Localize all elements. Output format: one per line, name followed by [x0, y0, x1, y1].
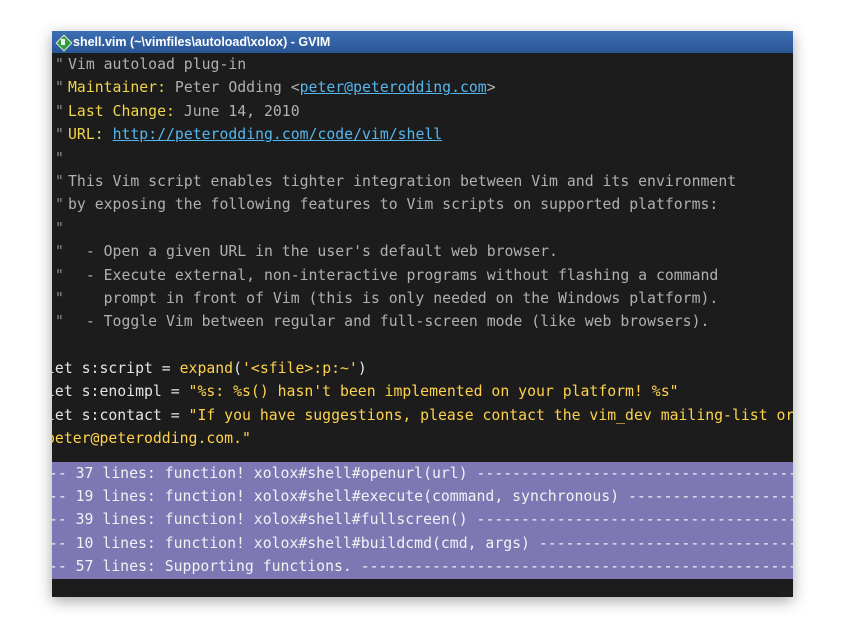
comment-mark: "	[55, 123, 64, 146]
fold-text: +-- 57 lines: Supporting functions. ----…	[52, 555, 793, 578]
code-text: peter@peterodding.com."	[52, 427, 251, 450]
comment-text: - Execute external, non-interactive prog…	[68, 264, 718, 287]
comment-text: URL: http://peterodding.com/code/vim/she…	[68, 123, 442, 146]
comment-line-intro: " by exposing the following features to …	[52, 193, 793, 216]
comment-line-feature: " - Toggle Vim between regular and full-…	[52, 310, 793, 333]
comment-mark: "	[55, 310, 64, 333]
fold-text: +-- 10 lines: function! xolox#shell#buil…	[52, 532, 793, 555]
last-change-label: Last Change:	[68, 103, 175, 120]
code-string: '<sfile>:p:~'	[242, 360, 358, 377]
comment-text: - Open a given URL in the user's default…	[68, 240, 558, 263]
comment-text: Vim autoload plug-in	[68, 53, 246, 76]
comment-mark: "	[55, 76, 64, 99]
code-text: let s:enoimpl = "%s: %s() hasn't been im…	[52, 380, 679, 403]
maintainer-close: >	[487, 79, 496, 96]
fold-line-execute[interactable]: +-- 19 lines: function! xolox#shell#exec…	[52, 485, 793, 508]
blank-line	[52, 451, 793, 462]
code-line-contact: let s:contact = "If you have suggestions…	[52, 404, 793, 427]
comment-mark: "	[55, 53, 64, 76]
code-paren-close: )	[358, 360, 367, 377]
vim-logo-icon	[57, 36, 69, 48]
comment-line-feature: " prompt in front of Vim (this is only n…	[52, 287, 793, 310]
code-prefix: let s:enoimpl =	[52, 383, 189, 400]
code-text: let s:script = expand('<sfile>:p:~')	[52, 357, 367, 380]
comment-line-feature: " - Execute external, non-interactive pr…	[52, 264, 793, 287]
fold-text: +-- 39 lines: function! xolox#shell#full…	[52, 508, 793, 531]
editor-buffer[interactable]: " Vim autoload plug-in " Maintainer: Pet…	[52, 53, 793, 597]
code-prefix: let s:contact =	[52, 407, 189, 424]
comment-mark: "	[55, 147, 64, 170]
url-label: URL:	[68, 126, 104, 143]
comment-mark: "	[55, 240, 64, 263]
window-title: shell.vim (~\vimfiles\autoload\xolox) - …	[73, 35, 330, 49]
fold-line-supporting-functions[interactable]: +-- 57 lines: Supporting functions. ----…	[52, 555, 793, 578]
comment-mark: "	[55, 193, 64, 216]
comment-line-url: " URL: http://peterodding.com/code/vim/s…	[52, 123, 793, 146]
comment-line-blank: "	[52, 147, 793, 170]
last-change-value: June 14, 2010	[175, 103, 300, 120]
fold-line-buildcmd[interactable]: +-- 10 lines: function! xolox#shell#buil…	[52, 532, 793, 555]
comment-text: Last Change: June 14, 2010	[68, 100, 300, 123]
code-string: "If you have suggestions, please contact…	[189, 407, 793, 424]
comment-text: - Toggle Vim between regular and full-sc…	[68, 310, 709, 333]
comment-line-description: " Vim autoload plug-in	[52, 53, 793, 76]
fold-line-fullscreen[interactable]: +-- 39 lines: function! xolox#shell#full…	[52, 508, 793, 531]
gvim-window: shell.vim (~\vimfiles\autoload\xolox) - …	[52, 31, 793, 597]
fold-text: +-- 37 lines: function! xolox#shell#open…	[52, 462, 793, 485]
comment-text: Maintainer: Peter Odding <peter@peterodd…	[68, 76, 496, 99]
code-string: peter@peterodding.com."	[52, 430, 251, 447]
code-string: "%s: %s() hasn't been implemented on you…	[189, 383, 679, 400]
code-prefix: let s:script =	[52, 360, 180, 377]
maintainer-label: Maintainer:	[68, 79, 166, 96]
code-paren-open: (	[233, 360, 242, 377]
code-function: expand	[180, 360, 233, 377]
code-line-enoimpl: let s:enoimpl = "%s: %s() hasn't been im…	[52, 380, 793, 403]
comment-text: prompt in front of Vim (this is only nee…	[68, 287, 718, 310]
fold-text: +-- 19 lines: function! xolox#shell#exec…	[52, 485, 793, 508]
comment-mark: "	[55, 264, 64, 287]
comment-text: This Vim script enables tighter integrat…	[68, 170, 736, 193]
comment-mark: "	[55, 170, 64, 193]
comment-mark: "	[55, 100, 64, 123]
maintainer-name: Peter Odding <	[166, 79, 300, 96]
comment-text: by exposing the following features to Vi…	[68, 193, 718, 216]
comment-mark: "	[55, 217, 64, 240]
comment-line-intro: " This Vim script enables tighter integr…	[52, 170, 793, 193]
code-line-contact-continued: peter@peterodding.com."	[52, 427, 793, 450]
title-bar[interactable]: shell.vim (~\vimfiles\autoload\xolox) - …	[52, 31, 793, 53]
blank-line	[52, 334, 793, 357]
fold-line-openurl[interactable]: +-- 37 lines: function! xolox#shell#open…	[52, 462, 793, 485]
code-line-script: let s:script = expand('<sfile>:p:~')	[52, 357, 793, 380]
comment-line-maintainer: " Maintainer: Peter Odding <peter@petero…	[52, 76, 793, 99]
comment-line-feature: " - Open a given URL in the user's defau…	[52, 240, 793, 263]
comment-line-last-change: " Last Change: June 14, 2010	[52, 100, 793, 123]
comment-line-blank: "	[52, 217, 793, 240]
url-link[interactable]: http://peterodding.com/code/vim/shell	[113, 126, 443, 143]
maintainer-email-link[interactable]: peter@peterodding.com	[300, 79, 487, 96]
comment-mark: "	[55, 287, 64, 310]
code-text: let s:contact = "If you have suggestions…	[52, 404, 793, 427]
